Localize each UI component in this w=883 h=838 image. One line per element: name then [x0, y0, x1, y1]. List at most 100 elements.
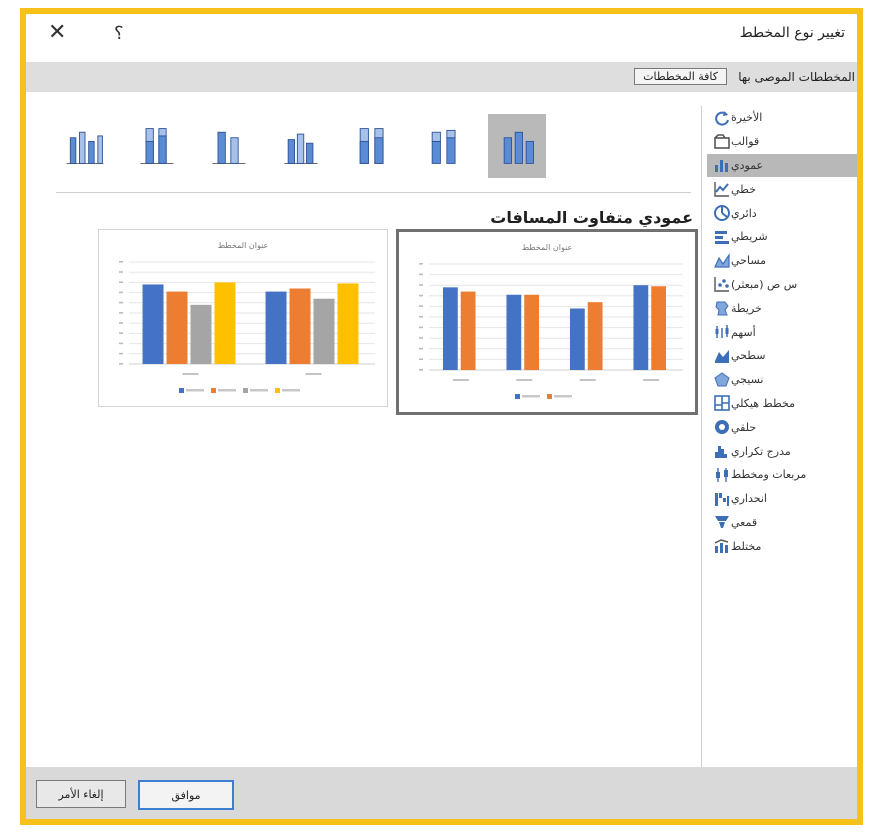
y-tick-label [419, 316, 423, 318]
subtype-3d-100-stacked-column[interactable] [128, 114, 186, 178]
sidebar-item-histogram-chart[interactable]: مدرج تكراري [707, 439, 857, 463]
y-tick-label [119, 352, 123, 355]
line-chart-icon [713, 180, 731, 198]
subtype-stacked-column-icon [431, 129, 456, 164]
sidebar-item-label: انحداري [731, 492, 767, 506]
chart-preview-2[interactable]: عنوان المخطط [98, 229, 388, 407]
sidebar-item-sunburst-chart[interactable]: حلقي [707, 415, 857, 439]
subtype-stacked-column[interactable] [416, 114, 474, 178]
funnel-chart-icon [713, 513, 731, 531]
x-tick-label [452, 379, 469, 381]
sidebar-item-map-chart[interactable]: خريطة [707, 296, 857, 320]
sidebar-item-recent[interactable]: الأخيرة [707, 106, 857, 130]
sidebar-item-label: خريطة [731, 301, 762, 315]
tab-recommended-charts[interactable]: المخططات الموصى بها [738, 70, 855, 84]
sidebar-item-surface-chart[interactable]: سطحي [707, 344, 857, 368]
sidebar-item-treemap-chart[interactable]: مخطط هيكلي [707, 392, 857, 416]
help-icon[interactable]: ؟ [114, 23, 124, 44]
stock-chart-icon [713, 323, 731, 341]
pie-chart-icon [713, 204, 731, 222]
sidebar-item-box-whisker-chart[interactable]: مربعات ومخطط [707, 463, 857, 487]
treemap-chart-icon [713, 394, 731, 412]
bar [166, 291, 188, 364]
subtype-3d-stacked-column[interactable] [200, 114, 258, 178]
legend-label [522, 395, 540, 398]
x-tick-label [516, 379, 533, 381]
templates-icon [713, 133, 731, 151]
bar [214, 282, 236, 364]
legend-label [186, 389, 204, 392]
sidebar-item-radar-chart[interactable]: نسيجي [707, 368, 857, 392]
sidebar-item-stock-chart[interactable]: أسهم [707, 320, 857, 344]
sidebar-item-templates[interactable]: قوالب [707, 130, 857, 154]
cancel-button[interactable]: إلغاء الأمر [36, 780, 126, 808]
y-tick-label [119, 271, 123, 273]
y-tick-label [419, 284, 423, 286]
sidebar-item-bar-chart[interactable]: شريطي [707, 225, 857, 249]
sidebar-item-label: قوالب [731, 135, 760, 149]
area-chart-icon [713, 252, 731, 270]
y-tick-label [119, 281, 123, 283]
tab-bar: المخططات الموصى بها كافة المخططات [26, 62, 857, 92]
chart-preview-1[interactable]: عنوان المخطط [396, 229, 698, 415]
bar [289, 288, 311, 364]
y-tick-label [419, 326, 423, 329]
ok-button[interactable]: موافق [138, 780, 234, 810]
sidebar-item-scatter-chart[interactable]: س ص (مبعثر) [707, 273, 857, 297]
chart-preview-2-svg: عنوان المخطط [119, 241, 375, 393]
legend-swatch [275, 388, 280, 393]
legend-swatch [243, 388, 248, 393]
x-tick-label [643, 379, 660, 381]
y-tick-label [419, 347, 423, 350]
sunburst-chart-icon [713, 418, 731, 436]
change-chart-type-dialog: تغيير نوع المخطط ✕ ؟ المخططات الموصى بها… [20, 8, 863, 825]
sidebar-item-combo-chart[interactable]: مختلط [707, 534, 857, 558]
sidebar-item-area-chart[interactable]: مساحي [707, 249, 857, 273]
y-tick-label [119, 301, 123, 304]
sidebar-item-pie-chart[interactable]: دائري [707, 201, 857, 225]
sidebar-item-label: مخطط هيكلي [731, 396, 795, 410]
y-tick-label [119, 312, 123, 314]
subtype-heading: عمودي متفاوت المسافات [490, 208, 693, 227]
sidebar-item-label: خطي [731, 182, 756, 196]
legend-swatch [515, 394, 520, 399]
sidebar-item-label: الأخيرة [731, 111, 763, 125]
scatter-chart-icon [713, 275, 731, 293]
sidebar-item-label: عمودي [731, 158, 764, 172]
legend-swatch [211, 388, 216, 393]
subtype-3d-column[interactable] [56, 114, 114, 178]
bar [190, 304, 212, 364]
subtype-3d-clustered-column[interactable] [272, 114, 330, 178]
bar [442, 287, 458, 370]
gallery-separator [56, 192, 691, 193]
bar [633, 285, 649, 370]
x-tick-label [579, 379, 596, 381]
subtype-3d-stacked-column-icon [212, 131, 246, 164]
bar [313, 298, 335, 364]
subtype-3d-column-icon [66, 131, 104, 164]
y-tick-label [119, 291, 123, 294]
sidebar-item-label: أسهم [731, 325, 756, 339]
bar [569, 308, 585, 370]
bar [460, 291, 476, 370]
sidebar-item-waterfall-chart[interactable]: انحداري [707, 487, 857, 511]
y-tick-label [119, 332, 123, 334]
sidebar-divider [701, 106, 702, 767]
close-icon[interactable]: ✕ [48, 20, 66, 45]
y-tick-label [419, 358, 423, 360]
subtype-100-stacked-column[interactable] [344, 114, 402, 178]
y-tick-label [119, 342, 123, 345]
sidebar-item-label: مدرج تكراري [731, 444, 791, 458]
bar [506, 294, 522, 370]
sidebar-item-line-chart[interactable]: خطي [707, 177, 857, 201]
sidebar-item-label: نسيجي [731, 373, 764, 387]
sidebar-item-label: شريطي [731, 230, 768, 244]
bar [587, 302, 603, 370]
subtype-clustered-column[interactable] [488, 114, 546, 178]
tab-all-charts[interactable]: كافة المخططات [634, 68, 727, 85]
sidebar-item-funnel-chart[interactable]: قمعي [707, 511, 857, 535]
sidebar-item-column-chart[interactable]: عمودي [707, 153, 857, 178]
bar [142, 284, 164, 364]
recent-icon [713, 109, 731, 127]
sidebar-item-label: مربعات ومخطط [731, 468, 807, 482]
